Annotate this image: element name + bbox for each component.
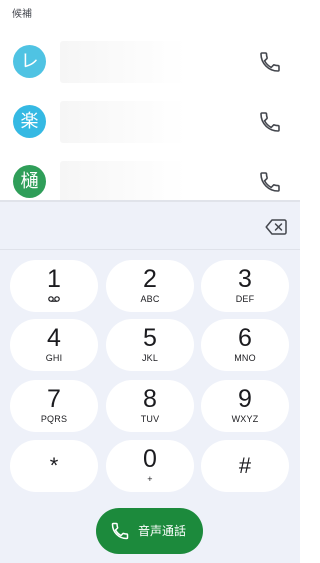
voice-call-label: 音声通話 [138, 524, 187, 538]
voice-call-button[interactable]: 音声通話 [96, 508, 203, 554]
dialed-number-field[interactable] [0, 210, 260, 250]
key-8[interactable]: 8 TUV [106, 380, 194, 432]
key-7[interactable]: 7 PQRS [10, 380, 98, 432]
divider [0, 249, 300, 250]
suggestions-panel: 候補 レ 楽 樋 [0, 0, 300, 203]
key-digit: 4 [47, 324, 61, 352]
contact-row[interactable]: レ [0, 32, 300, 92]
key-letters: TUV [140, 414, 160, 424]
key-5[interactable]: 5 JKL [106, 319, 194, 371]
key-digit: 7 [47, 385, 61, 413]
contact-name-redacted [60, 161, 240, 203]
contact-name-redacted [60, 101, 240, 143]
backspace-icon[interactable] [265, 218, 287, 236]
key-digit: 1 [47, 265, 61, 293]
key-letters: + [147, 474, 153, 484]
key-1[interactable]: 1 [10, 260, 98, 312]
key-digit: * [49, 453, 59, 478]
key-digit: 9 [238, 385, 252, 413]
phone-icon[interactable] [258, 50, 282, 74]
key-letters: JKL [141, 353, 159, 363]
key-letters: DEF [235, 294, 255, 304]
suggestions-label: 候補 [12, 9, 32, 20]
key-digit: 3 [238, 265, 252, 293]
key-digit: 5 [143, 324, 157, 352]
key-digit: 0 [143, 445, 157, 473]
key-star[interactable]: * [10, 440, 98, 492]
key-letters: PQRS [40, 414, 68, 424]
key-3[interactable]: 3 DEF [201, 260, 289, 312]
key-digit: 6 [238, 324, 252, 352]
voicemail-icon [48, 296, 60, 302]
key-letters: GHI [45, 353, 63, 363]
key-4[interactable]: 4 GHI [10, 319, 98, 371]
phone-icon[interactable] [258, 110, 282, 134]
phone-icon[interactable] [258, 170, 282, 194]
key-letters: WXYZ [231, 414, 259, 424]
key-digit: 8 [143, 385, 157, 413]
key-0[interactable]: 0 + [106, 440, 194, 492]
avatar: 楽 [13, 105, 46, 138]
key-digit: 2 [143, 265, 157, 293]
key-hash[interactable]: # [201, 440, 289, 492]
avatar: 樋 [13, 165, 46, 198]
key-letters: MNO [234, 353, 256, 363]
contact-row[interactable]: 楽 [0, 92, 300, 152]
key-letters: ABC [140, 294, 160, 304]
phone-icon [111, 522, 129, 540]
panel-divider [0, 200, 300, 202]
key-2[interactable]: 2 ABC [106, 260, 194, 312]
key-digit: # [238, 453, 252, 478]
key-6[interactable]: 6 MNO [201, 319, 289, 371]
avatar: レ [13, 45, 46, 78]
contact-name-redacted [60, 41, 240, 83]
key-9[interactable]: 9 WXYZ [201, 380, 289, 432]
